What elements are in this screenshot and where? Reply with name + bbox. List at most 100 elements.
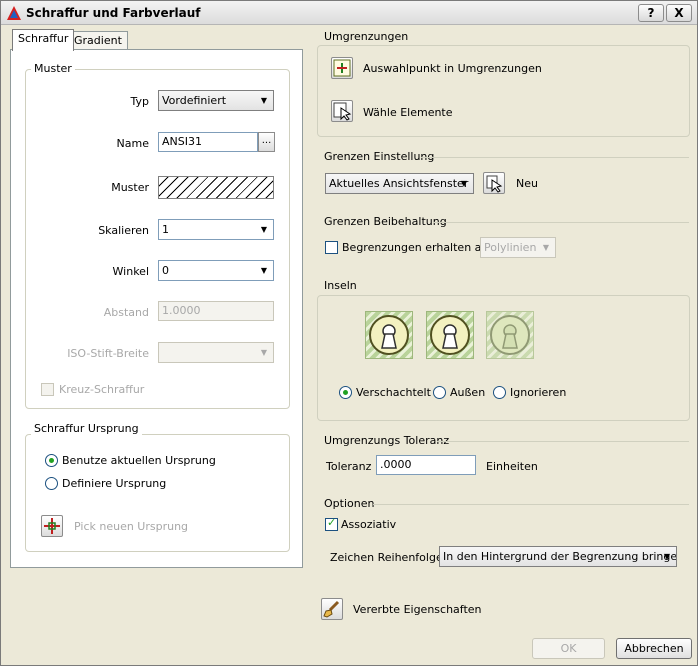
title-bar[interactable]: Schraffur und Farbverlauf ? X xyxy=(1,1,697,25)
origin-current-label: Benutze aktuellen Ursprung xyxy=(62,454,216,467)
name-value: ANSI31 xyxy=(162,135,202,148)
typ-value: Vordefiniert xyxy=(162,94,227,107)
abstand-field[interactable]: 1.0000 xyxy=(158,301,274,321)
kreuz-checkbox[interactable] xyxy=(41,383,54,396)
associative-checkbox[interactable] xyxy=(325,516,338,531)
skalieren-value: 1 xyxy=(162,223,169,236)
winkel-value: 0 xyxy=(162,264,169,277)
select-objects-button[interactable] xyxy=(331,100,353,122)
retain-type-value: Polylinien xyxy=(484,241,537,254)
inherit-properties-button[interactable] xyxy=(321,598,343,620)
winkel-combo[interactable]: 0 ▼ xyxy=(158,260,274,281)
chevron-down-icon: ▼ xyxy=(260,266,268,275)
close-button[interactable]: X xyxy=(666,4,692,22)
toleranz-title: Umgrenzungs Toleranz xyxy=(324,434,450,447)
island-outer-preview[interactable] xyxy=(426,311,474,359)
skalieren-combo[interactable]: 1 ▼ xyxy=(158,219,274,240)
origin-current-radio[interactable] xyxy=(45,454,58,467)
retain-boundaries-checkbox[interactable] xyxy=(325,241,338,254)
browse-pattern-button[interactable]: ... xyxy=(258,132,275,152)
keyhole-icon xyxy=(490,315,530,355)
origin-define-radio[interactable] xyxy=(45,477,58,490)
boundary-set-select[interactable]: Aktuelles Ansichtsfenster ▼ xyxy=(325,173,474,194)
cancel-button[interactable]: Abbrechen xyxy=(616,638,692,659)
island-outer-label: Außen xyxy=(450,386,486,399)
retain-type-select[interactable]: Polylinien ▼ xyxy=(480,237,556,258)
umgrenzungen-title: Umgrenzungen xyxy=(324,30,409,43)
chevron-down-icon: ▼ xyxy=(663,552,671,561)
grenzen-einstellung-title: Grenzen Einstellung xyxy=(324,150,435,163)
pick-origin-button[interactable] xyxy=(41,515,63,537)
pattern-preview[interactable] xyxy=(158,176,274,199)
pick-point-button[interactable] xyxy=(331,57,353,79)
ursprung-group xyxy=(25,434,290,552)
help-button[interactable]: ? xyxy=(638,4,664,22)
abstand-label: Abstand xyxy=(103,306,149,319)
chevron-down-icon: ▼ xyxy=(260,348,268,357)
origin-define-label: Definiere Ursprung xyxy=(62,477,167,490)
inherit-properties-label[interactable]: Vererbte Eigenschaften xyxy=(353,603,482,616)
winkel-label: Winkel xyxy=(112,265,149,278)
island-outer-radio[interactable] xyxy=(433,386,446,399)
pick-point-label[interactable]: Auswahlpunkt in Umgrenzungen xyxy=(363,62,542,75)
typ-select[interactable]: Vordefiniert ▼ xyxy=(158,90,274,111)
island-nested-label: Verschachtelt xyxy=(356,386,431,399)
tab-gradient[interactable]: Gradient xyxy=(68,31,128,51)
toleranz-field[interactable]: .0000 xyxy=(376,455,476,475)
crosshair-icon xyxy=(44,518,60,534)
ok-button[interactable]: OK xyxy=(532,638,605,659)
chevron-down-icon: ▼ xyxy=(260,96,268,105)
section-divider xyxy=(433,222,689,223)
abstand-value: 1.0000 xyxy=(162,304,201,317)
hatch-dialog: Schraffur und Farbverlauf ? X Schraffur … xyxy=(0,0,698,666)
island-ignore-preview[interactable] xyxy=(486,311,534,359)
skalieren-label: Skalieren xyxy=(98,224,149,237)
chevron-down-icon: ▼ xyxy=(460,179,468,188)
optionen-title: Optionen xyxy=(324,497,375,510)
island-ignore-radio[interactable] xyxy=(493,386,506,399)
draw-order-value: In den Hintergrund der Begrenzung bringe… xyxy=(443,550,677,563)
kreuz-label: Kreuz-Schraffur xyxy=(59,383,145,396)
inseln-title: Inseln xyxy=(324,279,357,292)
island-nested-radio[interactable] xyxy=(339,386,352,399)
name-field[interactable]: ANSI31 xyxy=(158,132,258,152)
keyhole-icon xyxy=(369,315,409,355)
draw-order-label: Zeichen Reihenfolge xyxy=(330,551,443,564)
app-icon xyxy=(7,6,21,20)
island-ignore-label: Ignorieren xyxy=(510,386,567,399)
window-title: Schraffur und Farbverlauf xyxy=(26,6,201,20)
section-divider xyxy=(421,157,689,158)
chevron-down-icon: ▼ xyxy=(260,225,268,234)
boundary-set-value: Aktuelles Ansichtsfenster xyxy=(329,177,469,190)
umgrenzungen-group xyxy=(317,45,690,137)
associative-label: Assoziativ xyxy=(341,518,397,531)
chevron-down-icon: ▼ xyxy=(542,243,550,252)
name-label: Name xyxy=(116,137,149,150)
select-objects-icon xyxy=(333,102,352,121)
draw-order-select[interactable]: In den Hintergrund der Begrenzung bringe… xyxy=(439,546,677,567)
typ-label: Typ xyxy=(130,95,150,108)
toleranz-unit: Einheiten xyxy=(486,460,538,473)
hatch-tab-panel: Muster Typ Vordefiniert ▼ Name ANSI31 ..… xyxy=(10,49,303,568)
neu-label: Neu xyxy=(516,177,538,190)
select-objects-label[interactable]: Wähle Elemente xyxy=(363,106,453,119)
new-boundary-set-button[interactable] xyxy=(483,172,505,194)
retain-boundaries-label: Begrenzungen erhalten als xyxy=(342,241,491,254)
toleranz-value: .0000 xyxy=(380,458,412,471)
brush-icon xyxy=(323,600,340,618)
cursor-select-icon xyxy=(486,175,503,193)
iso-label: ISO-Stift-Breite xyxy=(67,347,149,360)
toleranz-label: Toleranz xyxy=(326,460,372,473)
island-normal-preview[interactable] xyxy=(365,311,413,359)
muster-group-title: Muster xyxy=(31,62,75,75)
tab-schraffur[interactable]: Schraffur xyxy=(12,29,75,51)
iso-select[interactable]: ▼ xyxy=(158,342,274,363)
section-divider xyxy=(373,504,689,505)
ursprung-group-title: Schraffur Ursprung xyxy=(31,422,142,435)
grenzen-beibehaltung-title: Grenzen Beibehaltung xyxy=(324,215,447,228)
keyhole-icon xyxy=(430,315,470,355)
pick-origin-label: Pick neuen Ursprung xyxy=(74,520,189,533)
muster-label: Muster xyxy=(111,181,149,194)
add-pick-icon xyxy=(333,59,351,77)
section-divider xyxy=(437,441,689,442)
